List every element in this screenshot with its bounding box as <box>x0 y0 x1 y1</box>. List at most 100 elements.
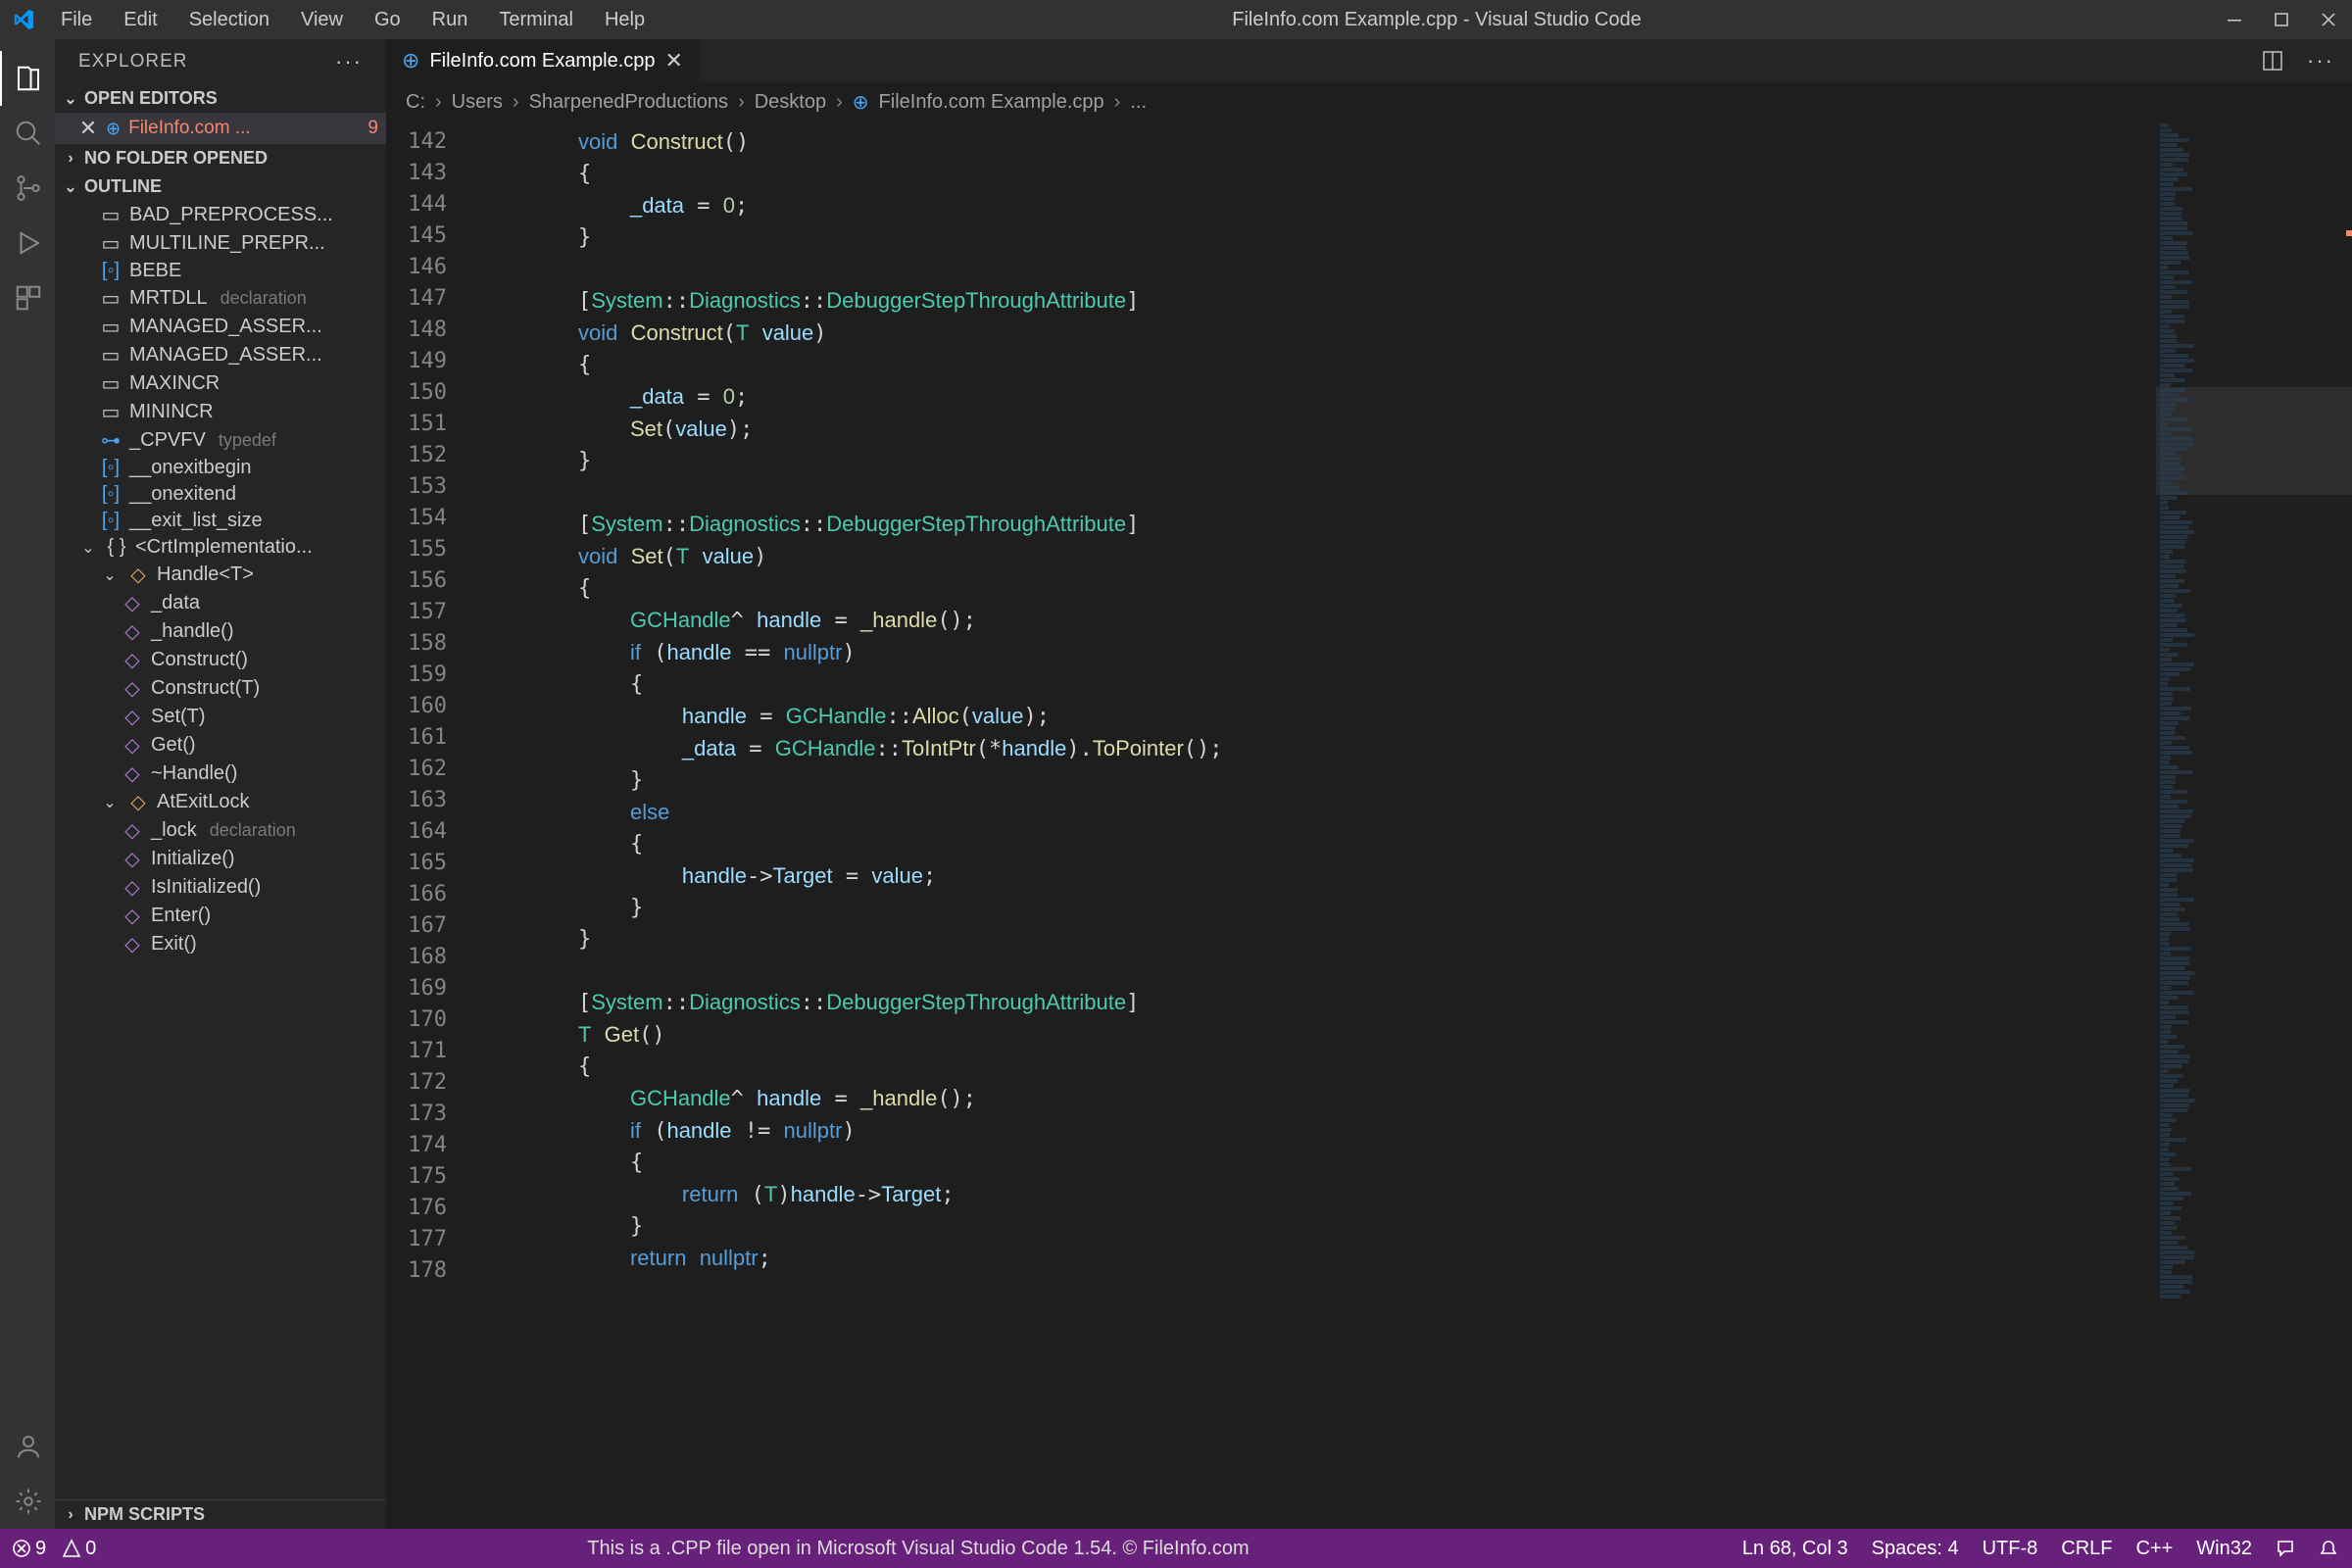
outline-item[interactable]: ◇Enter() <box>55 902 386 930</box>
editor-more-icon[interactable]: ··· <box>2307 48 2334 74</box>
activity-bar <box>0 39 55 1529</box>
outline-item-extra: typedef <box>214 430 276 451</box>
status-eol[interactable]: CRLF <box>2061 1538 2112 1560</box>
menu-file[interactable]: File <box>55 9 98 31</box>
window-title: FileInfo.com Example.cpp - Visual Studio… <box>1232 9 1642 31</box>
outline-item[interactable]: ◇Construct() <box>55 646 386 674</box>
activity-explorer[interactable] <box>0 51 55 106</box>
status-ln-col[interactable]: Ln 68, Col 3 <box>1742 1538 1848 1560</box>
title-bar: File Edit Selection View Go Run Terminal… <box>0 0 2352 39</box>
status-encoding[interactable]: UTF-8 <box>1983 1538 2038 1560</box>
symbol-icon: ◇ <box>122 818 143 843</box>
outline-item[interactable]: [◦]__exit_list_size <box>55 508 386 534</box>
minimize-button[interactable] <box>2223 8 2246 31</box>
open-editor-item[interactable]: ✕ ⊕ FileInfo.com ... 9 <box>55 113 386 144</box>
outline-item[interactable]: ▭BAD_PREPROCESS... <box>55 201 386 229</box>
menu-go[interactable]: Go <box>368 9 407 31</box>
close-icon[interactable]: ✕ <box>665 48 683 74</box>
symbol-icon: [◦] <box>100 260 122 282</box>
outline-item-label: __onexitend <box>129 483 236 506</box>
outline-namespace[interactable]: ⌄ { } <CrtImplementatio... <box>55 534 386 561</box>
outline-item[interactable]: ▭MAXINCR <box>55 369 386 398</box>
minimap[interactable] <box>2156 122 2352 1529</box>
breadcrumb-part[interactable]: Desktop <box>755 91 826 114</box>
status-os[interactable]: Win32 <box>2196 1538 2252 1560</box>
outline-item[interactable]: ▭MANAGED_ASSER... <box>55 313 386 341</box>
outline-item[interactable]: [◦]__onexitend <box>55 481 386 508</box>
maximize-button[interactable] <box>2270 8 2293 31</box>
status-warnings[interactable]: 0 <box>62 1538 96 1560</box>
activity-accounts[interactable] <box>0 1419 55 1474</box>
outline-item-label: MANAGED_ASSER... <box>129 344 322 367</box>
outline-item-label: AtExitLock <box>157 791 249 813</box>
outline-item-label: Get() <box>151 734 196 757</box>
no-folder-header[interactable]: › NO FOLDER OPENED <box>55 144 386 172</box>
outline-item[interactable]: ▭ MANAGED_ASSER... <box>55 341 386 369</box>
outline-item[interactable]: ◇Construct(T) <box>55 674 386 703</box>
cpp-file-icon: ⊕ <box>402 48 419 74</box>
outline-item-label: _data <box>151 592 200 614</box>
symbol-icon: ▭ <box>100 371 122 396</box>
line-number-gutter[interactable]: 142 143 144 145 146 147 148 149 150 151 … <box>386 122 465 1529</box>
activity-extensions[interactable] <box>0 270 55 325</box>
feedback-icon[interactable] <box>2276 1539 2295 1558</box>
outline-item[interactable]: ◇Set(T) <box>55 703 386 731</box>
symbol-icon: ◇ <box>122 619 143 644</box>
activity-search[interactable] <box>0 106 55 161</box>
outline-class-atexit[interactable]: ⌄ ◇ AtExitLock <box>55 788 386 816</box>
menu-edit[interactable]: Edit <box>118 9 163 31</box>
outline-item[interactable]: ◇_handle() <box>55 617 386 646</box>
menu-terminal[interactable]: Terminal <box>493 9 579 31</box>
tab-label: FileInfo.com Example.cpp <box>429 50 655 73</box>
breadcrumb-part[interactable]: Users <box>452 91 503 114</box>
sidebar-more-icon[interactable]: ··· <box>335 49 363 74</box>
outline-item[interactable]: [◦]__onexitbegin <box>55 455 386 481</box>
outline-item-label: _lock <box>151 819 197 842</box>
outline-item-label: BEBE <box>129 260 181 282</box>
outline-item[interactable]: ◇Get() <box>55 731 386 760</box>
symbol-icon: ▭ <box>100 400 122 424</box>
status-spaces[interactable]: Spaces: 4 <box>1872 1538 1959 1560</box>
outline-item[interactable]: [◦] BEBE <box>55 258 386 284</box>
code-editor[interactable]: void Construct() { _data = 0; } [System:… <box>465 122 2156 1529</box>
outline-item[interactable]: ◇IsInitialized() <box>55 873 386 902</box>
close-icon[interactable]: ✕ <box>78 116 98 141</box>
status-errors[interactable]: 9 <box>12 1538 46 1560</box>
menu-selection[interactable]: Selection <box>183 9 275 31</box>
outline-item-label: MRTDLL <box>129 287 208 310</box>
status-errors-count: 9 <box>35 1538 46 1560</box>
status-language[interactable]: C++ <box>2135 1538 2173 1560</box>
outline-class-handle[interactable]: ⌄ ◇ Handle<T> <box>55 561 386 589</box>
outline-item[interactable]: ◇Exit() <box>55 930 386 958</box>
activity-settings[interactable] <box>0 1474 55 1529</box>
tab-bar: ⊕ FileInfo.com Example.cpp ✕ ··· <box>386 39 2352 82</box>
outline-item[interactable]: ◇_lock declaration <box>55 816 386 845</box>
close-button[interactable] <box>2317 8 2340 31</box>
split-editor-icon[interactable] <box>2262 50 2283 72</box>
breadcrumb-file[interactable]: FileInfo.com Example.cpp <box>879 91 1104 114</box>
outline-item[interactable]: ▭MININCR <box>55 398 386 426</box>
outline-item[interactable]: ▭ MRTDLL declaration <box>55 284 386 313</box>
outline-item[interactable]: ◇Initialize() <box>55 845 386 873</box>
menu-run[interactable]: Run <box>426 9 474 31</box>
outline-item-extra: declaration <box>216 288 307 309</box>
npm-scripts-header[interactable]: › NPM SCRIPTS <box>55 1499 386 1529</box>
activity-source-control[interactable] <box>0 161 55 216</box>
outline-item[interactable]: ◇~Handle() <box>55 760 386 788</box>
menu-view[interactable]: View <box>295 9 349 31</box>
bell-icon[interactable] <box>2319 1539 2338 1558</box>
outline-item[interactable]: ◇_data <box>55 589 386 617</box>
breadcrumb-part[interactable]: C: <box>406 91 425 114</box>
open-editors-header[interactable]: ⌄ OPEN EDITORS <box>55 84 386 113</box>
outline-header[interactable]: ⌄ OUTLINE <box>55 172 386 201</box>
menu-help[interactable]: Help <box>599 9 651 31</box>
outline-item[interactable]: ⊶_CPVFV typedef <box>55 426 386 455</box>
breadcrumb[interactable]: C:› Users› SharpenedProductions› Desktop… <box>386 82 2352 122</box>
symbol-icon: ▭ <box>100 286 122 311</box>
activity-run-debug[interactable] <box>0 216 55 270</box>
symbol-icon: ▭ <box>100 343 122 368</box>
editor-area: ⊕ FileInfo.com Example.cpp ✕ ··· C:› Use… <box>386 39 2352 1529</box>
editor-tab[interactable]: ⊕ FileInfo.com Example.cpp ✕ <box>386 39 700 82</box>
breadcrumb-part[interactable]: SharpenedProductions <box>529 91 728 114</box>
outline-item[interactable]: ▭MULTILINE_PREPR... <box>55 229 386 258</box>
